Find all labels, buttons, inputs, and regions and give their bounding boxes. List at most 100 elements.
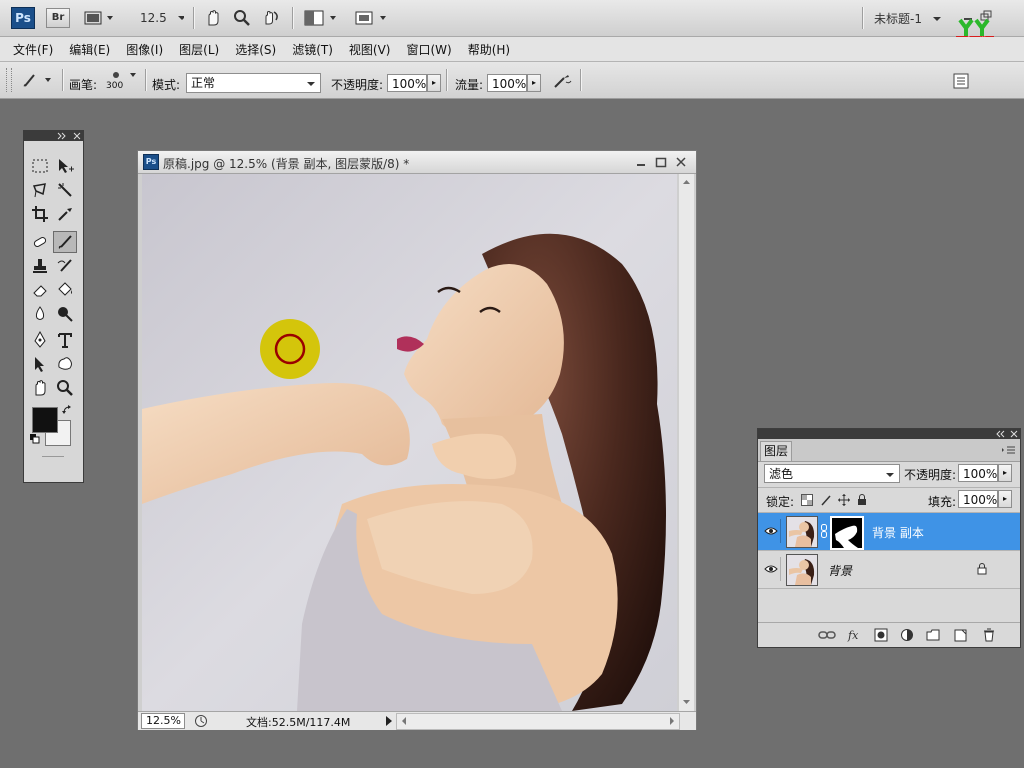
panel-menu-icon[interactable] [1002, 444, 1016, 456]
scroll-left-icon[interactable] [399, 715, 409, 727]
layer-name[interactable]: 背景 [828, 562, 852, 579]
opacity-label: 不透明度: [331, 78, 384, 92]
hand-tool[interactable] [28, 377, 52, 399]
lasso-tool[interactable] [28, 179, 52, 201]
menu-help[interactable]: 帮助(H) [460, 41, 518, 58]
quick-selection-tool[interactable] [53, 179, 77, 201]
opacity-input[interactable]: 100% [387, 74, 427, 92]
view-extras-button[interactable] [82, 8, 116, 28]
type-tool[interactable] [53, 329, 77, 351]
image-canvas[interactable] [142, 174, 677, 711]
eraser-tool[interactable] [28, 279, 52, 301]
lock-all-icon[interactable] [856, 494, 868, 506]
add-mask-icon[interactable] [874, 628, 888, 642]
close-icon[interactable] [73, 132, 81, 140]
swap-colors-icon[interactable] [62, 405, 72, 415]
menu-layer[interactable]: 图层(L) [171, 41, 227, 58]
menu-select[interactable]: 选择(S) [227, 41, 284, 58]
new-layer-icon[interactable] [954, 628, 968, 642]
blend-mode-value: 正常 [191, 76, 216, 90]
maximize-icon[interactable] [655, 156, 667, 168]
arrange-documents-button[interactable] [302, 8, 342, 28]
screen-mode-button[interactable] [352, 8, 392, 28]
menu-edit[interactable]: 编辑(E) [61, 41, 118, 58]
scroll-up-icon[interactable] [679, 176, 694, 188]
visibility-toggle[interactable] [762, 557, 781, 581]
vertical-scrollbar[interactable] [679, 174, 694, 711]
menu-window[interactable]: 窗口(W) [398, 41, 459, 58]
dodge-tool[interactable] [53, 303, 77, 325]
lock-position-icon[interactable] [838, 494, 850, 506]
layer-style-fx-icon[interactable]: fx [847, 628, 865, 642]
close-icon[interactable] [675, 156, 687, 168]
layer-blend-mode-select[interactable]: 滤色 [764, 464, 900, 483]
crop-tool[interactable] [28, 203, 52, 225]
workspace-switcher[interactable]: 未标题-1 [874, 10, 942, 27]
flow-input[interactable]: 100% [487, 74, 527, 92]
bridge-launch-button[interactable]: Br [46, 8, 70, 28]
layer-row-background-copy[interactable]: 背景 副本 [758, 513, 1020, 551]
adjustment-layer-icon[interactable] [900, 628, 914, 642]
blend-mode-select[interactable]: 正常 [186, 73, 321, 93]
hand-tool-button[interactable] [202, 7, 224, 29]
marquee-tool[interactable] [28, 155, 52, 177]
opacity-slider-button[interactable]: ▸ [427, 74, 441, 92]
zoom-tool[interactable] [53, 377, 77, 399]
history-brush-tool[interactable] [53, 255, 77, 277]
panel-toggle-button[interactable] [952, 72, 970, 90]
menu-image[interactable]: 图像(I) [118, 41, 171, 58]
visibility-toggle[interactable] [762, 519, 781, 543]
minimize-icon[interactable] [635, 156, 647, 168]
status-zoom-field[interactable]: 12.5% [141, 713, 185, 729]
layer-opacity-slider-button[interactable]: ▸ [998, 464, 1012, 482]
layer-opacity-input[interactable]: 100% [958, 464, 998, 482]
document-titlebar[interactable]: Ps 原稿.jpg @ 12.5% (背景 副本, 图层蒙版/8) * [138, 151, 696, 174]
delete-layer-icon[interactable] [982, 628, 996, 642]
layer-name[interactable]: 背景 副本 [872, 524, 924, 541]
fill-slider-button[interactable]: ▸ [998, 490, 1012, 508]
layer-mask-thumbnail[interactable] [830, 516, 864, 550]
menu-file[interactable]: 文件(F) [0, 41, 61, 58]
collapse-icon[interactable] [992, 430, 1012, 438]
tool-preset-picker[interactable] [20, 70, 56, 90]
zoom-tool-button[interactable] [231, 7, 253, 29]
lock-pixels-icon[interactable] [820, 494, 832, 506]
airbrush-toggle[interactable] [550, 71, 574, 91]
brush-tool[interactable] [53, 231, 77, 253]
move-tool[interactable] [53, 155, 77, 177]
brush-picker[interactable]: 300 [104, 68, 142, 94]
scroll-right-icon[interactable] [667, 715, 677, 727]
options-grip[interactable] [6, 68, 12, 92]
zoom-level-dropdown[interactable]: 12.5 [128, 8, 184, 28]
lock-transparent-icon[interactable] [801, 494, 813, 506]
blur-tool[interactable] [28, 303, 52, 325]
flow-label: 流量: [455, 78, 484, 92]
horizontal-scrollbar[interactable] [396, 713, 680, 730]
eyedropper-tool[interactable] [53, 203, 77, 225]
path-selection-tool[interactable] [28, 353, 52, 375]
link-layers-icon[interactable] [818, 629, 836, 641]
fill-input[interactable]: 100% [958, 490, 998, 508]
pen-tool[interactable] [28, 329, 52, 351]
layer-row-background[interactable]: 背景 [758, 551, 1020, 589]
foreground-color-front[interactable] [32, 407, 58, 433]
flow-slider-button[interactable]: ▸ [527, 74, 541, 92]
portrait-thumb-icon [787, 517, 817, 547]
tab-layers[interactable]: 图层 [760, 441, 792, 461]
rotate-view-button[interactable] [260, 7, 282, 29]
new-group-icon[interactable] [926, 628, 940, 642]
status-menu-arrow-icon[interactable] [384, 715, 394, 727]
status-info-icon[interactable] [194, 714, 208, 728]
default-colors-icon[interactable] [30, 434, 40, 444]
brush-preset-icon [23, 74, 51, 87]
menu-view[interactable]: 视图(V) [341, 41, 399, 58]
custom-shape-tool[interactable] [53, 353, 77, 375]
layers-panel-header[interactable] [758, 429, 1020, 439]
spot-healing-tool[interactable] [28, 231, 52, 253]
scroll-down-icon[interactable] [679, 696, 694, 708]
clone-stamp-tool[interactable] [28, 255, 52, 277]
paint-bucket-tool[interactable] [53, 279, 77, 301]
mask-link-icon[interactable] [821, 524, 827, 538]
close-icon[interactable] [1010, 430, 1018, 438]
menu-filter[interactable]: 滤镜(T) [284, 41, 341, 58]
